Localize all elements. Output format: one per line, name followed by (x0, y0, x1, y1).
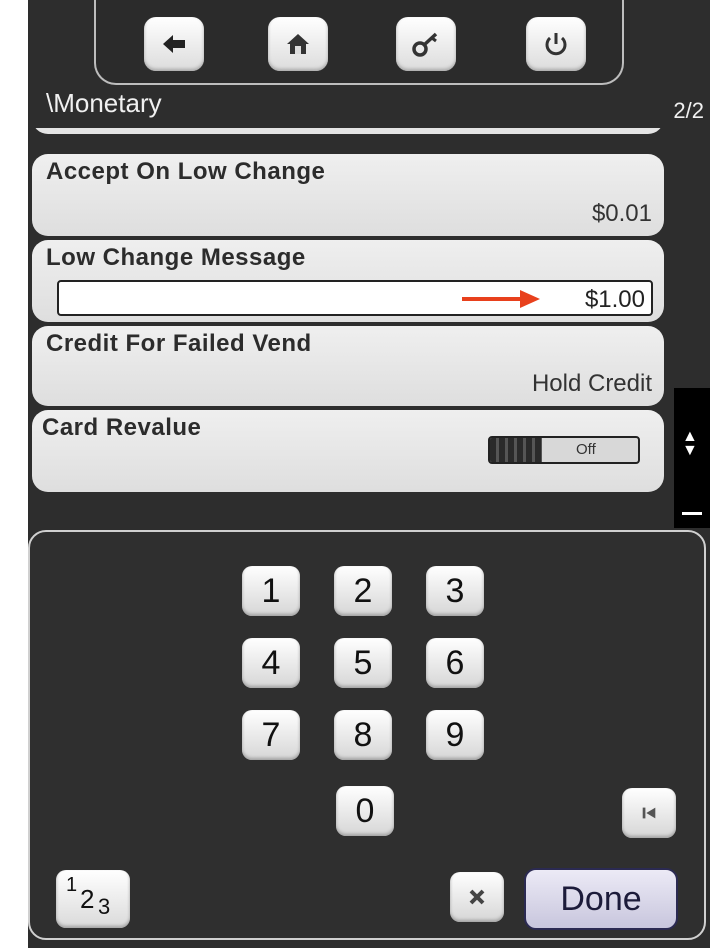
page-indicator: 2/2 (673, 98, 704, 123)
home-button[interactable] (268, 17, 328, 71)
setting-low-change-message[interactable]: Low Change Message $1.00 (32, 240, 664, 322)
key-3[interactable]: 3 (426, 566, 484, 616)
power-icon (545, 33, 567, 56)
numeric-mode-button[interactable]: 1 2 3 (56, 870, 130, 928)
input-value: $1.00 (584, 286, 645, 313)
scroll-rail[interactable]: ▲ ▼ (674, 388, 710, 528)
power-button[interactable] (526, 17, 586, 71)
key-button[interactable] (396, 17, 456, 71)
done-button[interactable]: Done (524, 868, 678, 930)
setting-accept-on-low-change[interactable]: Accept On Low Change $0.01 (32, 154, 664, 236)
key-icon (412, 32, 438, 57)
key-5[interactable]: 5 (334, 638, 392, 688)
page-title: \Monetary (46, 88, 162, 118)
toggle-state: Off (576, 441, 596, 458)
mode-label-3: 3 (98, 894, 111, 919)
close-icon (469, 889, 485, 905)
setting-value: Hold Credit (531, 370, 652, 397)
device-display: \Monetary 2/2 Accept On Low Change $0.01… (28, 0, 710, 948)
key-7[interactable]: 7 (242, 710, 300, 760)
home-icon (287, 34, 309, 54)
setting-value: $0.01 (591, 200, 652, 227)
scroll-up-icon: ▲ ▼ (682, 428, 698, 459)
key-1[interactable]: 1 (242, 566, 300, 616)
setting-label: Credit For Failed Vend (46, 330, 312, 357)
setting-label: Accept On Low Change (46, 158, 326, 185)
setting-label: Card Revalue (42, 414, 202, 441)
scroll-thumb[interactable] (682, 512, 702, 515)
numeric-keypad: 1 2 3 4 5 6 7 8 9 0 1 2 3 Done (28, 530, 706, 940)
toggle-knob (490, 438, 542, 462)
low-change-message-input[interactable]: $1.00 (57, 280, 653, 316)
mode-label-2: 2 (80, 884, 95, 914)
mode-label-1: 1 (66, 874, 78, 896)
back-button[interactable] (144, 17, 204, 71)
backspace-button[interactable] (622, 788, 676, 838)
setting-label: Low Change Message (46, 244, 306, 271)
settings-list: Accept On Low Change $0.01 Low Change Me… (28, 128, 668, 530)
key-2[interactable]: 2 (334, 566, 392, 616)
top-nav-bar (94, 0, 624, 85)
red-arrow-annotation-icon (462, 290, 540, 308)
skip-back-icon (642, 807, 656, 819)
key-8[interactable]: 8 (334, 710, 392, 760)
cancel-button[interactable] (450, 872, 504, 922)
previous-setting-edge (32, 128, 664, 134)
key-9[interactable]: 9 (426, 710, 484, 760)
key-0[interactable]: 0 (336, 786, 394, 836)
back-arrow-icon (163, 35, 185, 53)
setting-card-revalue[interactable]: Card Revalue Off (32, 410, 664, 492)
key-6[interactable]: 6 (426, 638, 484, 688)
setting-credit-for-failed-vend[interactable]: Credit For Failed Vend Hold Credit (32, 326, 664, 406)
card-revalue-toggle[interactable]: Off (488, 436, 640, 464)
screen: \Monetary 2/2 Accept On Low Change $0.01… (0, 0, 710, 948)
key-4[interactable]: 4 (242, 638, 300, 688)
